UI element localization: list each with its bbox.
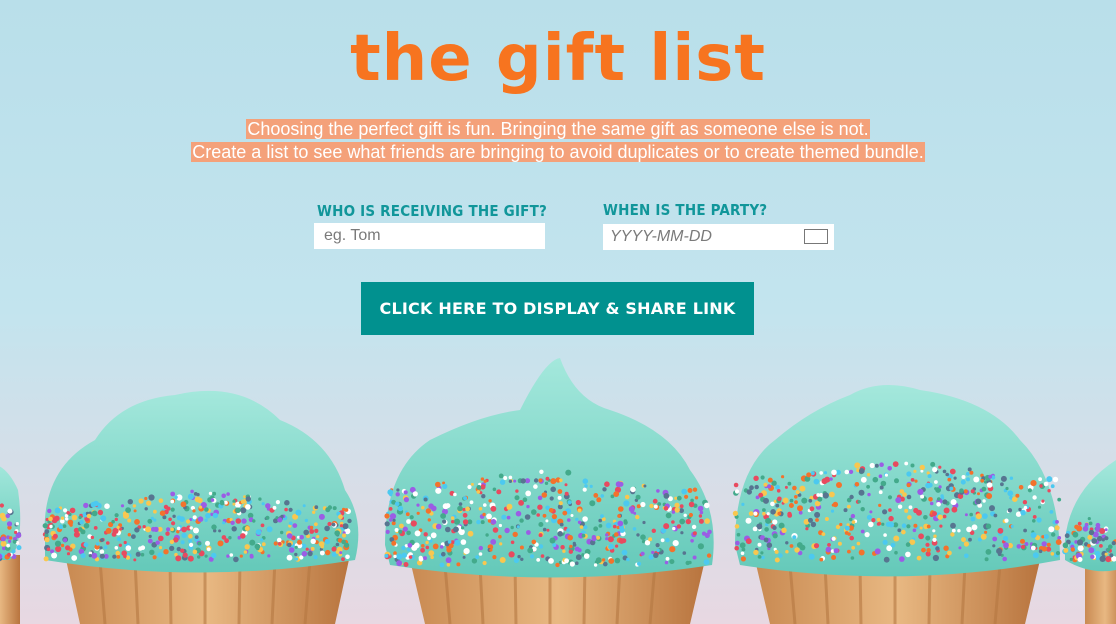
page-title: the gift list [350,22,766,96]
party-date-label: WHEN IS THE PARTY? [603,201,768,219]
party-date-input[interactable] [603,224,793,250]
tagline: Choosing the perfect gift is fun. Bringi… [0,118,1116,164]
display-share-link-button[interactable]: CLICK HERE TO DISPLAY & SHARE LINK [361,282,754,335]
party-date-field[interactable] [603,224,834,250]
tagline-line-1: Choosing the perfect gift is fun. Bringi… [246,119,870,139]
tagline-line-2: Create a list to see what friends are br… [191,142,925,162]
recipient-input[interactable] [314,223,545,249]
calendar-icon[interactable] [804,229,828,244]
recipient-label: WHO IS RECEIVING THE GIFT? [317,202,548,220]
